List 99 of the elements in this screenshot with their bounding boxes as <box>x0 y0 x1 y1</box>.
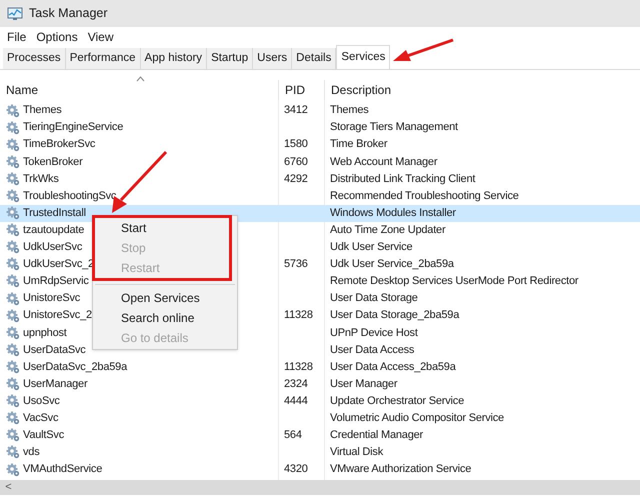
service-name: UserDataSvc_2ba59a <box>23 360 128 375</box>
gear-icon <box>6 292 20 306</box>
service-name: TrustedInstall <box>23 206 86 221</box>
description-cell: UPnP Device Host <box>330 326 418 339</box>
gear-icon <box>6 138 20 152</box>
menu-item[interactable]: Search online <box>93 308 237 328</box>
service-name: TieringEngineService <box>23 120 124 136</box>
gear-icon <box>6 377 20 392</box>
tab[interactable]: Users <box>253 48 292 69</box>
gear-icon <box>6 240 20 254</box>
gear-icon <box>6 206 20 220</box>
window-title: Task Manager <box>29 5 108 22</box>
service-name: Themes <box>23 103 62 118</box>
service-name: UnistoreSvc_2 <box>23 308 92 324</box>
description-cell: Auto Time Zone Updater <box>330 224 446 236</box>
description-cell: Volumetric Audio Compositor Service <box>330 412 504 424</box>
column-header[interactable]: Name <box>0 80 278 100</box>
description-cell: User Manager <box>330 378 398 390</box>
column-header[interactable]: PID <box>278 80 324 100</box>
gear-icon <box>6 189 20 204</box>
scroll-left-arrow[interactable]: < <box>0 479 17 496</box>
description-cell: User Data Access_2ba59a <box>330 360 456 373</box>
description-cell: Update Orchestrator Service <box>330 394 464 407</box>
description-cell: Virtual Disk <box>330 446 384 458</box>
tab[interactable]: Details <box>292 48 336 69</box>
service-name: tzautoupdate <box>23 222 84 238</box>
gear-icon <box>6 394 20 408</box>
description-cell: Storage Tiers Management <box>330 121 458 134</box>
description-cell: Distributed Link Tracking Client <box>330 172 476 185</box>
description-cell: VMware Authorization Service <box>330 463 472 476</box>
tab[interactable]: Processes <box>3 48 66 69</box>
description-cell: Windows Modules Installer <box>330 206 456 219</box>
gear-icon <box>6 104 20 118</box>
description-cell: Time Broker <box>330 138 388 150</box>
description-cell: Credential Manager <box>330 429 424 442</box>
column-header[interactable]: Description <box>324 80 640 100</box>
description-cell: Themes <box>330 104 369 116</box>
description-cell: Recommended Troubleshooting Service <box>330 190 519 202</box>
gear-icon <box>6 411 20 426</box>
menu-item[interactable]: File <box>2 28 32 46</box>
service-name: UnistoreSvc <box>23 291 80 306</box>
service-name: vds <box>23 445 40 460</box>
gear-icon <box>6 154 20 169</box>
pid-cell: 11328 <box>284 309 313 322</box>
service-name: UdkUserSvc_2 <box>23 257 94 272</box>
description-cell: User Data Storage <box>330 292 418 304</box>
pid-cell: 1580 <box>284 138 308 150</box>
service-name: TimeBrokerSvc <box>23 137 96 152</box>
service-name: VMAuthdService <box>23 462 102 478</box>
service-name: UserManager <box>23 376 88 392</box>
gear-icon <box>6 257 20 272</box>
gear-icon <box>6 223 20 238</box>
description-cell: Udk User Service <box>330 241 412 254</box>
gear-icon <box>6 462 20 477</box>
pid-cell: 5736 <box>284 258 308 270</box>
service-name: UdkUserSvc <box>23 240 82 256</box>
gear-icon <box>6 274 20 288</box>
description-cell: Udk User Service_2ba59a <box>330 258 454 270</box>
tab[interactable]: App history <box>140 48 208 69</box>
service-name: VacSvc <box>23 410 58 426</box>
gear-icon <box>6 428 20 442</box>
pid-cell: 4444 <box>284 394 308 407</box>
pid-cell: 4292 <box>284 172 308 185</box>
pid-cell: 564 <box>284 429 302 442</box>
annotation-arrow <box>393 38 454 61</box>
monitor-chart-icon <box>7 6 23 20</box>
description-cell: Remote Desktop Services UserMode Port Redirector <box>330 275 578 288</box>
menu-item[interactable]: Open Services <box>93 288 237 308</box>
service-name: TroubleshootingSvc <box>23 188 116 204</box>
description-cell: User Data Access <box>330 344 414 356</box>
service-name: UserDataSvc <box>23 342 86 358</box>
tab[interactable]: Services <box>336 45 390 69</box>
pid-cell: 3412 <box>284 104 308 116</box>
sort-caret-icon <box>136 76 145 82</box>
gear-icon <box>6 308 20 323</box>
tab[interactable]: Startup <box>207 48 254 69</box>
gear-icon <box>6 342 20 357</box>
service-name: UmRdpServic <box>23 274 89 290</box>
gear-icon <box>6 326 20 340</box>
pid-cell: 6760 <box>284 156 308 168</box>
gear-icon <box>6 120 20 135</box>
gear-icon <box>6 445 20 460</box>
menu-item[interactable]: Options <box>31 28 83 46</box>
description-cell: Web Account Manager <box>330 156 438 168</box>
menu-item[interactable]: View <box>82 28 118 46</box>
menu-item[interactable]: Start <box>95 218 229 238</box>
gear-icon <box>6 172 20 186</box>
gear-icon <box>6 360 20 374</box>
service-name: UsoSvc <box>23 394 60 409</box>
pid-cell: 11328 <box>284 360 313 373</box>
service-name: upnphost <box>23 326 67 341</box>
pid-cell: 4320 <box>284 463 308 476</box>
tab[interactable]: Performance <box>66 48 141 69</box>
service-name: VaultSvc <box>23 428 64 444</box>
horizontal-scrollbar[interactable]: < <box>0 480 640 495</box>
service-name: TrkWks <box>23 172 59 187</box>
pid-cell: 2324 <box>284 378 308 390</box>
description-cell: User Data Storage_2ba59a <box>330 309 460 322</box>
service-name: TokenBroker <box>23 154 83 170</box>
